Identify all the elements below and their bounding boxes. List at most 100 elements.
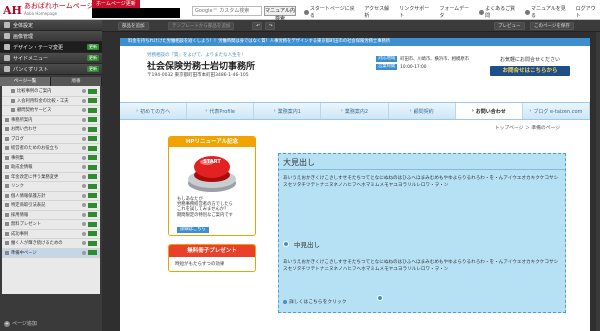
tab-order[interactable]: 順番 [51, 77, 102, 86]
drag-handle[interactable] [377, 295, 383, 301]
nav-access[interactable]: アクセス解析 [364, 5, 393, 19]
publish-button[interactable]: このページを保存 [530, 22, 574, 30]
home-icon [304, 9, 309, 15]
tab-page-list[interactable]: ページ一覧 [0, 77, 51, 86]
gear-icon[interactable] [82, 155, 86, 160]
office-address: 〒194-0032 東京都町田市本町田3486-1-46-105 [147, 73, 249, 78]
canvas-scrollbar[interactable] [596, 32, 600, 331]
page-item[interactable]: ブログ [2, 135, 100, 144]
arrow-icon: › [340, 108, 343, 114]
gnav-item[interactable]: › 顧問契約 [389, 103, 456, 119]
start-button-image [188, 156, 236, 192]
redo-button[interactable]: ↷ [265, 22, 275, 30]
page-icon [5, 146, 9, 151]
page-item[interactable]: 助成金情報 [2, 163, 100, 173]
undo-button[interactable]: ↶ [252, 22, 262, 30]
search-input[interactable] [192, 6, 262, 16]
gear-icon[interactable] [82, 146, 86, 151]
add-page-button[interactable]: + ページ追加 [4, 320, 37, 327]
renewal-link[interactable]: 詳細はこちら [177, 227, 209, 233]
gear-icon[interactable] [82, 127, 86, 132]
heading-large[interactable]: 大見出し [283, 157, 315, 168]
status-tag [88, 221, 97, 227]
page-item[interactable]: 比較事例のご案内 [2, 87, 100, 97]
menu-image-management[interactable]: 画像管理 [0, 31, 102, 42]
menu-design-theme[interactable]: デザイン・テーマ変更 更新 [0, 42, 102, 53]
gear-icon[interactable] [82, 108, 86, 113]
link-dot-icon [283, 299, 287, 304]
gear-icon[interactable] [82, 174, 86, 179]
page-item[interactable]: 特定商取引法表記 [2, 201, 100, 211]
gnav-item[interactable]: › 業務案内2 [321, 103, 389, 119]
insert-part-button[interactable]: 部品を追加 [118, 22, 149, 30]
gear-icon[interactable] [82, 117, 86, 122]
renewal-title: HPリニューアル記念 [169, 137, 255, 147]
page-item[interactable]: リンク [2, 182, 100, 192]
status-tag [88, 193, 97, 199]
paragraph[interactable]: あいうえおかきくけこさしすせそたちつてとなにぬねのはひふへほまみむめもやゆよらり… [283, 176, 561, 189]
page-item[interactable]: 事例集 [2, 154, 100, 163]
gear-icon[interactable] [82, 98, 86, 103]
preview-button[interactable]: プレビュー [494, 22, 525, 30]
breadcrumb: トップページ ＞ 準備のページ [494, 126, 560, 131]
arrow-icon: › [136, 108, 139, 114]
info-value: 10:00-17:00 [400, 64, 427, 70]
gear-icon[interactable] [82, 165, 86, 170]
gnav-item[interactable]: › 初めての方へ [120, 103, 188, 119]
more-link[interactable]: 詳しくはこちらをクリック [283, 298, 347, 305]
status-tag [88, 107, 97, 113]
manual-search-button[interactable]: マニュアル内検索 [264, 6, 296, 22]
page-icon [5, 193, 9, 198]
page-item[interactable]: 事務所案内 [2, 116, 100, 125]
gear-icon[interactable] [82, 231, 86, 236]
menu-general-settings[interactable]: 全体設定 [0, 20, 102, 31]
gear-icon[interactable] [82, 89, 86, 94]
page-item[interactable]: 顧問契約サービス [2, 106, 100, 116]
menu-side-menu[interactable]: サイドメニュー 更新 [0, 53, 102, 64]
nav-start-page[interactable]: スタートページに戻る [304, 5, 358, 19]
image-icon [4, 33, 10, 39]
contact-button[interactable]: お問合せはこちらから [490, 66, 570, 76]
page-item[interactable]: 年金改定に伴う業務変更 [2, 173, 100, 182]
list-icon [4, 55, 10, 61]
page-item[interactable]: 入会利用料金の比較・工夫 [2, 97, 100, 106]
gear-icon[interactable] [82, 193, 86, 198]
gear-icon[interactable] [82, 222, 86, 227]
page-icon [5, 117, 9, 122]
gnav-item[interactable]: › 代表Profile [187, 103, 255, 119]
content-block-selected[interactable]: 大見出し あいうえおかきくけこさしすせそたちつてとなにぬねのはひふへほまみむめも… [278, 153, 566, 313]
gear-icon[interactable] [82, 136, 86, 141]
status-tag [88, 231, 97, 237]
nav-link-support[interactable]: リンクサポート [399, 5, 433, 19]
nav-logout[interactable]: ログアウト [576, 5, 600, 19]
page-item[interactable]: 個人情報保護方針 [2, 192, 100, 201]
gear-icon[interactable] [82, 184, 86, 189]
gnav-item[interactable]: › ブログ e-taizen.com [523, 103, 590, 119]
page-item[interactable]: 採用情報 [2, 211, 100, 220]
gnav-item[interactable]: › 業務案内1 [254, 103, 322, 119]
status-tag [88, 183, 97, 189]
nav-form-data[interactable]: フォームデータ [439, 5, 473, 19]
logo-mark: AH [3, 3, 22, 17]
page-item[interactable]: お問い合わせ [2, 125, 100, 135]
insert-template-button[interactable]: テンプレートから部品を追加 [168, 22, 235, 30]
page-item[interactable]: 経営者のためのお役立ち [2, 144, 100, 154]
page-item[interactable]: 成功事例 [2, 230, 100, 239]
page-item-selected[interactable]: 準備中ページ [2, 248, 100, 258]
breadcrumb-icon [4, 66, 10, 72]
menu-breadcrumb[interactable]: パンくずリスト 更新 [0, 64, 102, 75]
paragraph[interactable]: あいうえおかきくけこさしすせそたちつてとなにぬねのはひふへほまみむめもやゆよらり… [283, 260, 561, 273]
gear-icon[interactable] [82, 203, 86, 208]
app-logo[interactable]: AH あおばれホームページ Aoba Homepage [3, 2, 94, 18]
page-item[interactable]: 働く人が輝き続けるための [2, 239, 100, 249]
gear-icon[interactable] [82, 250, 86, 255]
heading-medium[interactable]: 中見出し [283, 239, 320, 249]
gnav-item-active[interactable]: › お問い合わせ [455, 103, 523, 119]
gear-icon[interactable] [82, 241, 86, 246]
page-item[interactable]: 無料プレゼント [2, 220, 100, 230]
site-preview: 料金を持ちれけけた労働相談を短くしよう！！労働時間は身ではなく質！人事労務をデザ… [120, 38, 590, 331]
page-icon [5, 184, 9, 189]
nav-faq[interactable]: よくあるご質問 [479, 5, 519, 19]
nav-manual[interactable]: マニュアルを見る [525, 5, 570, 19]
gear-icon[interactable] [82, 212, 86, 217]
